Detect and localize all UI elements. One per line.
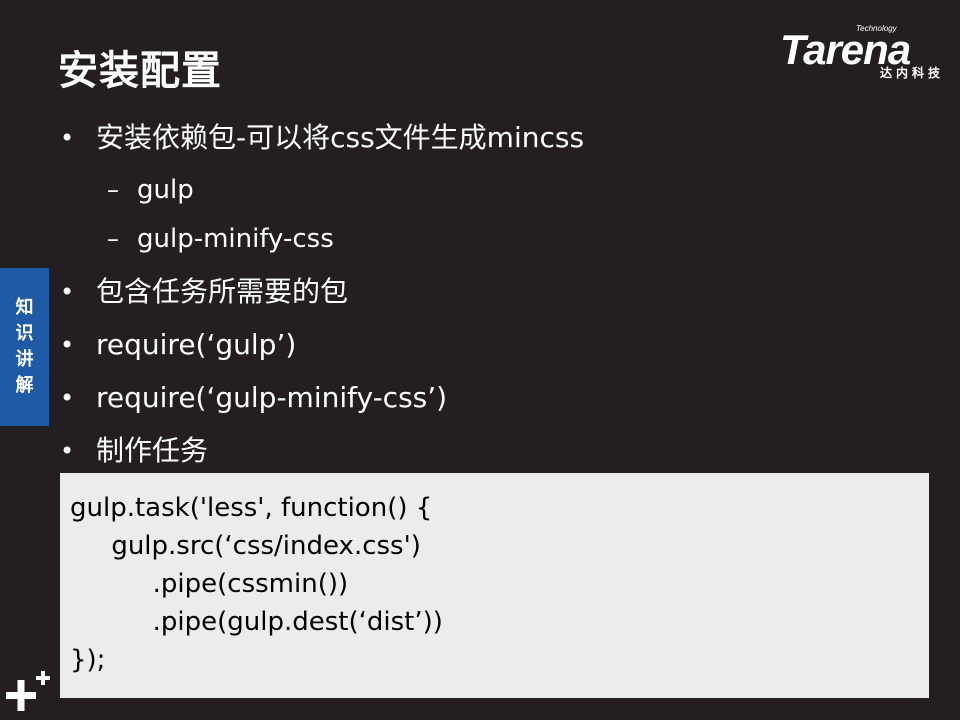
bullet-item: • 制作任务 [60, 434, 209, 468]
bullet-mark: • [60, 124, 75, 152]
bullet-text: 安装依赖包-可以将css文件生成mincss [96, 121, 585, 154]
side-tab-char: 解 [15, 375, 34, 396]
bullet-text: gulp-minify-css [137, 224, 334, 254]
side-tab-char: 讲 [15, 349, 34, 370]
bullet-mark: • [60, 437, 75, 465]
code-line: .pipe(cssmin()) [70, 569, 349, 599]
bullet-text: require(‘gulp’) [96, 328, 297, 361]
bullet-text: require(‘gulp-minify-css’) [96, 381, 448, 414]
bullet-mark: • [60, 278, 75, 306]
side-tab-char: 识 [15, 323, 34, 344]
dash-mark: – [107, 176, 119, 204]
logo-chinese: 达内科技 [879, 66, 944, 80]
slide-title: 安装配置 [58, 48, 222, 94]
sub-bullet-item: – gulp-minify-css [107, 222, 334, 256]
bullet-item: • require(‘gulp-minify-css’) [60, 381, 448, 415]
tarena-logo: Technology Tarena 达内科技 [778, 20, 948, 86]
sub-bullet-item: – gulp [107, 173, 194, 207]
code-line: gulp.src(‘css/index.css') [70, 531, 421, 561]
side-tab: 知 识 讲 解 [0, 268, 49, 426]
bullet-mark: • [60, 331, 75, 359]
bullet-mark: • [60, 384, 75, 412]
dash-mark: – [107, 225, 119, 253]
code-block: gulp.task('less', function() { gulp.src(… [60, 473, 929, 698]
bullet-item: • 包含任务所需要的包 [60, 275, 349, 309]
bullet-text: gulp [137, 175, 194, 205]
bullet-item: • 安装依赖包-可以将css文件生成mincss [60, 121, 585, 155]
plus-plus-icon [6, 671, 50, 711]
code-line: gulp.task('less', function() { [70, 493, 433, 523]
bullet-text: 制作任务 [96, 434, 209, 467]
code-line: .pipe(gulp.dest(‘dist’)) [70, 607, 443, 637]
bullet-text: 包含任务所需要的包 [96, 275, 349, 308]
bullet-item: • require(‘gulp’) [60, 328, 297, 362]
side-tab-char: 知 [15, 297, 34, 318]
code-line: }); [70, 645, 106, 675]
